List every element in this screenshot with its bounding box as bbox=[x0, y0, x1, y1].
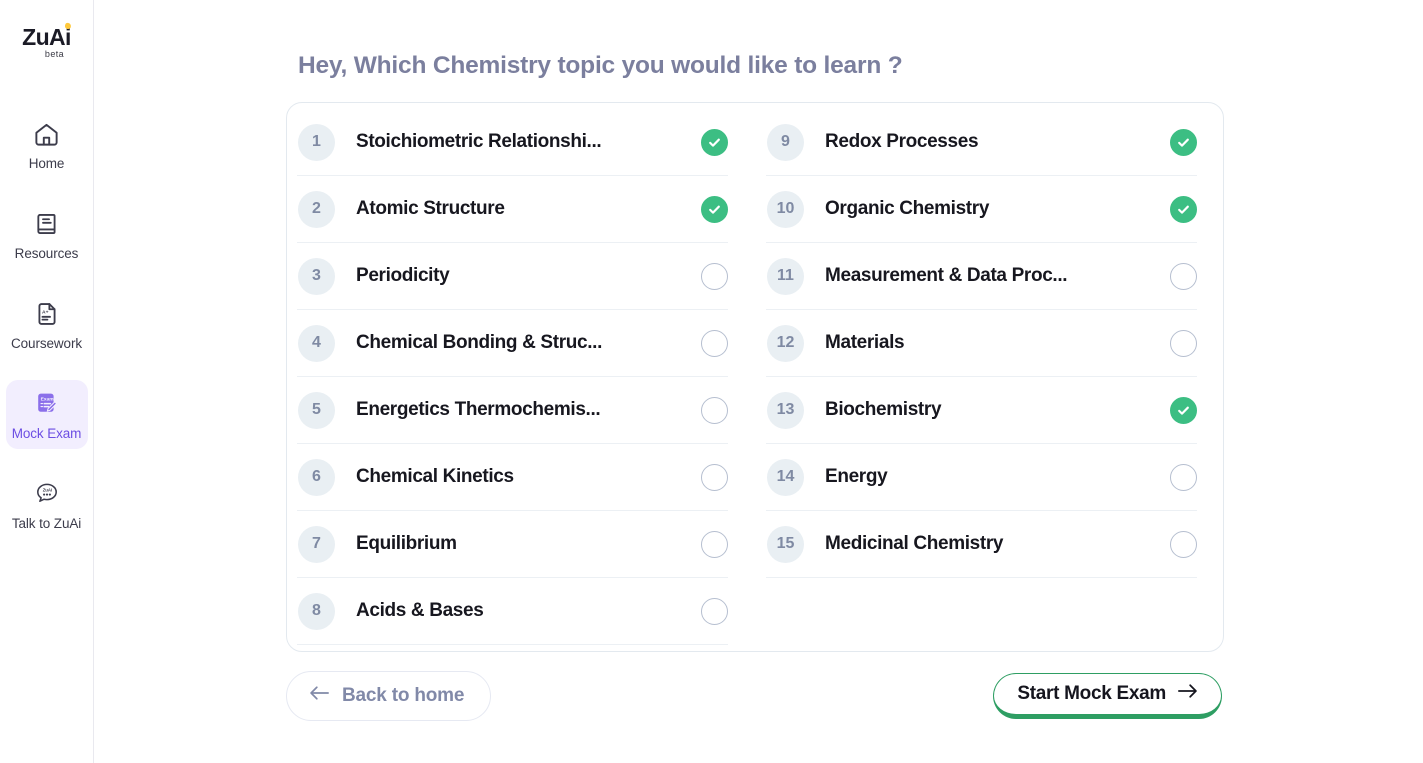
arrow-left-icon bbox=[309, 685, 330, 707]
topic-checkbox-selected[interactable] bbox=[701, 195, 728, 223]
topic-label: Periodicity bbox=[356, 265, 450, 286]
arrow-right-icon bbox=[1177, 683, 1198, 705]
topic-number-badge: 5 bbox=[298, 391, 335, 429]
topic-number-badge: 10 bbox=[767, 190, 804, 228]
app-logo[interactable]: ZuAi beta bbox=[22, 18, 72, 66]
page-title: Hey, Which Chemistry topic you would lik… bbox=[298, 52, 903, 79]
sidebar-item-coursework[interactable]: A+ Coursework bbox=[6, 290, 88, 359]
table-row[interactable]: 11 Measurement & Data Proc... bbox=[766, 243, 1197, 310]
topic-checkbox-selected[interactable] bbox=[1170, 195, 1197, 223]
table-row[interactable]: 5 Energetics Thermochemis... bbox=[297, 377, 728, 444]
topic-number-badge: 15 bbox=[767, 525, 804, 563]
topic-label: Chemical Kinetics bbox=[356, 466, 514, 487]
topic-label: Atomic Structure bbox=[356, 198, 505, 219]
topic-checkbox-unselected[interactable] bbox=[701, 530, 728, 558]
topic-checkbox-unselected[interactable] bbox=[1170, 329, 1197, 357]
sidebar-item-label: Mock Exam bbox=[11, 426, 82, 441]
topic-number-badge: 3 bbox=[298, 257, 335, 295]
logo-beta-badge: beta bbox=[44, 48, 65, 59]
start-mock-exam-label: Start Mock Exam bbox=[1017, 683, 1166, 704]
topic-number-badge: 7 bbox=[298, 525, 335, 563]
topic-number-badge: 9 bbox=[767, 123, 804, 161]
logo-text: ZuAi bbox=[22, 23, 71, 50]
table-row[interactable]: 6 Chemical Kinetics bbox=[297, 444, 728, 511]
table-row[interactable]: 9 Redox Processes bbox=[766, 109, 1197, 176]
topic-checkbox-unselected[interactable] bbox=[1170, 530, 1197, 558]
svg-text:Exam: Exam bbox=[40, 396, 54, 402]
topic-label: Equilibrium bbox=[356, 533, 457, 554]
start-mock-exam-button[interactable]: Start Mock Exam bbox=[993, 673, 1222, 719]
table-row[interactable]: 12 Materials bbox=[766, 310, 1197, 377]
topic-number-badge: 11 bbox=[767, 257, 804, 295]
topic-checkbox-unselected[interactable] bbox=[1170, 262, 1197, 290]
topic-number-badge: 13 bbox=[767, 391, 804, 429]
topic-number-badge: 6 bbox=[298, 458, 335, 496]
topic-checkbox-unselected[interactable] bbox=[701, 329, 728, 357]
sidebar-nav: Home Resources A+ Coursework Exam Mock E… bbox=[0, 110, 93, 560]
table-row[interactable]: 2 Atomic Structure bbox=[297, 176, 728, 243]
topic-checkbox-selected[interactable] bbox=[1170, 128, 1197, 156]
topic-checkbox-selected[interactable] bbox=[701, 128, 728, 156]
sidebar-item-label: Coursework bbox=[10, 336, 83, 351]
book-icon bbox=[32, 209, 62, 239]
svg-text:ZuAi: ZuAi bbox=[42, 488, 52, 493]
sidebar-item-mock-exam[interactable]: Exam Mock Exam bbox=[5, 380, 88, 449]
document-a-plus-icon: A+ bbox=[32, 299, 62, 329]
sidebar-item-label: Resources bbox=[14, 246, 79, 261]
sidebar-item-resources[interactable]: Resources bbox=[6, 200, 88, 269]
sidebar-item-label: Home bbox=[28, 156, 65, 171]
table-row[interactable]: 7 Equilibrium bbox=[297, 511, 728, 578]
topic-label: Energetics Thermochemis... bbox=[356, 399, 601, 420]
back-to-home-button[interactable]: Back to home bbox=[286, 671, 492, 721]
table-row[interactable]: 14 Energy bbox=[766, 444, 1197, 511]
table-row[interactable]: 15 Medicinal Chemistry bbox=[766, 511, 1197, 578]
topic-number-badge: 4 bbox=[298, 324, 335, 362]
home-icon bbox=[32, 119, 62, 149]
app-root: ZuAi beta Home Resources A+ Coursework E… bbox=[0, 0, 1423, 763]
topic-number-badge: 1 bbox=[298, 123, 335, 161]
back-to-home-label: Back to home bbox=[342, 685, 465, 706]
main-content: Hey, Which Chemistry topic you would lik… bbox=[94, 0, 1423, 763]
chat-bubble-icon: ZuAi bbox=[32, 479, 62, 509]
topic-checkbox-selected[interactable] bbox=[1170, 396, 1197, 424]
sidebar-item-home[interactable]: Home bbox=[6, 110, 88, 179]
topic-label: Acids & Bases bbox=[356, 600, 484, 621]
table-row[interactable]: 8 Acids & Bases bbox=[297, 578, 728, 645]
topic-label: Materials bbox=[825, 332, 905, 353]
topic-label: Energy bbox=[825, 466, 888, 487]
topic-checkbox-unselected[interactable] bbox=[701, 262, 728, 290]
topic-number-badge: 12 bbox=[767, 324, 804, 362]
logo-text-wrap: ZuAi bbox=[22, 21, 72, 50]
content-wrapper: Hey, Which Chemistry topic you would lik… bbox=[286, 52, 1226, 721]
exam-paper-pencil-icon: Exam bbox=[32, 389, 62, 419]
topic-checkbox-unselected[interactable] bbox=[1170, 463, 1197, 491]
table-row[interactable]: 3 Periodicity bbox=[297, 243, 728, 310]
sidebar: ZuAi beta Home Resources A+ Coursework E… bbox=[0, 0, 94, 763]
table-row[interactable]: 1 Stoichiometric Relationshi... bbox=[297, 109, 728, 176]
topic-checkbox-unselected[interactable] bbox=[701, 597, 728, 625]
topic-checkbox-unselected[interactable] bbox=[701, 463, 728, 491]
footer-actions: Back to home Start Mock Exam bbox=[286, 671, 1224, 721]
topic-column-right: 9 Redox Processes 10 Organic Chemistry 1… bbox=[756, 109, 1223, 645]
topic-label: Chemical Bonding & Struc... bbox=[356, 332, 603, 353]
topic-label: Biochemistry bbox=[825, 399, 942, 420]
topic-label: Medicinal Chemistry bbox=[825, 533, 1004, 554]
sidebar-item-label: Talk to ZuAi bbox=[11, 516, 82, 531]
topic-number-badge: 8 bbox=[298, 592, 335, 630]
table-row[interactable]: 10 Organic Chemistry bbox=[766, 176, 1197, 243]
table-row-spacer bbox=[766, 578, 1197, 645]
topics-card: 1 Stoichiometric Relationshi... 2 Atomic… bbox=[286, 102, 1224, 652]
svg-text:A+: A+ bbox=[42, 309, 49, 315]
topic-number-badge: 2 bbox=[298, 190, 335, 228]
sidebar-item-talk-to-zuai[interactable]: ZuAi Talk to ZuAi bbox=[6, 470, 88, 539]
topic-label: Stoichiometric Relationshi... bbox=[356, 131, 602, 152]
table-row[interactable]: 13 Biochemistry bbox=[766, 377, 1197, 444]
topic-number-badge: 14 bbox=[767, 458, 804, 496]
topic-label: Organic Chemistry bbox=[825, 198, 990, 219]
topic-label: Measurement & Data Proc... bbox=[825, 265, 1068, 286]
topic-column-left: 1 Stoichiometric Relationshi... 2 Atomic… bbox=[287, 109, 756, 645]
topic-label: Redox Processes bbox=[825, 131, 979, 152]
topic-checkbox-unselected[interactable] bbox=[701, 396, 728, 424]
table-row[interactable]: 4 Chemical Bonding & Struc... bbox=[297, 310, 728, 377]
